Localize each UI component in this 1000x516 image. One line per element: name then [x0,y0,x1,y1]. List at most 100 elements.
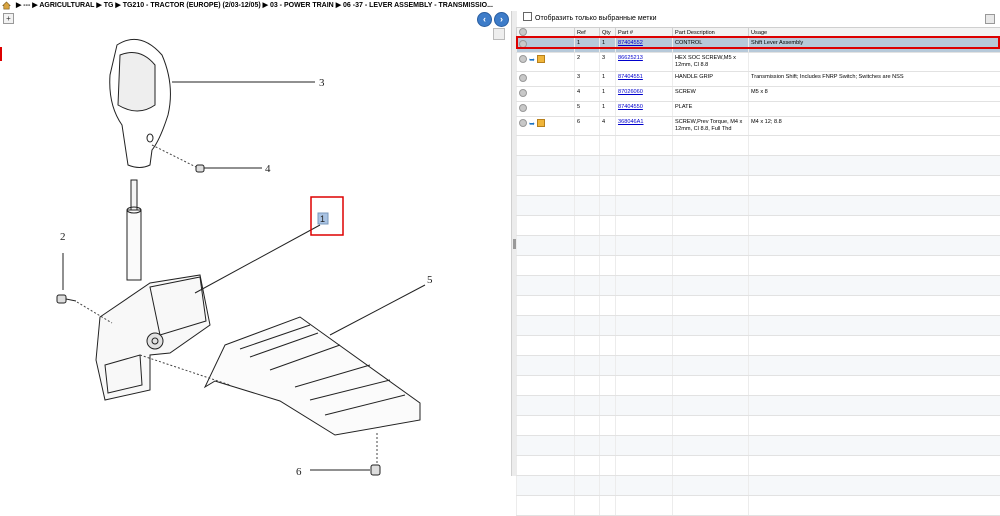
cell-qty: 3 [600,53,616,72]
table-header: Ref Qty Part # Part Description Usage [517,28,1000,38]
select-all-icon[interactable] [519,28,527,36]
part-number-link[interactable]: 87404550 [618,104,643,110]
empty-row [517,216,1000,236]
empty-row [517,196,1000,216]
column-header-usage[interactable]: Usage [749,28,1000,38]
control-shaft-part [127,180,141,280]
cell-qty: 1 [600,102,616,117]
column-header-qty[interactable]: Qty [600,28,616,38]
show-selected-only-label: Отобразить только выбранные метки [535,15,656,22]
empty-row [517,156,1000,176]
cell-description: HANDLE GRIP [673,72,749,87]
diagram-panel: + ‹ › [0,11,512,476]
package-icon[interactable] [537,55,545,63]
empty-row [517,496,1000,516]
cell-qty: 1 [600,87,616,102]
row-select-icon[interactable] [519,40,527,48]
row-select-icon[interactable] [519,89,527,97]
empty-row [517,176,1000,196]
info-arrow-icon[interactable]: ➥ [529,57,535,64]
cell-usage: M5 x 8 [749,87,1000,102]
select-all-column-header[interactable] [517,28,575,38]
empty-row [517,436,1000,456]
row-select-icon[interactable] [519,74,527,82]
cell-usage [749,53,1000,72]
table-row[interactable]: 1 1 87404552 CONTROL Shift Lever Assembl… [517,38,1000,53]
cell-ref: 3 [575,72,600,87]
package-icon[interactable] [537,119,545,127]
home-icon[interactable] [2,1,11,10]
cell-ref: 6 [575,117,600,136]
panel-options-icon[interactable] [985,14,995,24]
breadcrumb-item[interactable]: TG [104,2,114,9]
diagram-toolbar: + ‹ › [0,11,511,25]
expand-icon[interactable]: + [3,13,14,24]
cell-usage: Shift Lever Assembly [749,38,1000,53]
exploded-parts-drawing: 2 3 4 5 6 1 [0,25,510,476]
cell-ref: 1 [575,38,600,53]
cell-description: PLATE [673,102,749,117]
cell-usage: M4 x 12; 8.8 [749,117,1000,136]
parts-table: Ref Qty Part # Part Description Usage 1 … [516,27,1000,516]
empty-row [517,276,1000,296]
empty-row [517,396,1000,416]
cell-description: SCREW,Prev Torque, M4 x 12mm, Cl 8.8, Fu… [673,117,749,136]
empty-row [517,476,1000,496]
empty-row [517,256,1000,276]
row-select-icon[interactable] [519,119,527,127]
empty-row [517,316,1000,336]
cell-qty: 1 [600,38,616,53]
empty-row [517,336,1000,356]
empty-row [517,136,1000,156]
empty-row [517,356,1000,376]
cell-description: CONTROL [673,38,749,53]
cell-ref: 2 [575,53,600,72]
table-row[interactable]: 3 1 87404551 HANDLE GRIP Transmission Sh… [517,72,1000,87]
table-row[interactable]: 4 1 87026060 SCREW M5 x 8 [517,87,1000,102]
show-selected-only-checkbox[interactable] [523,12,532,21]
part-number-link[interactable]: 87026060 [618,89,643,95]
part-number-link[interactable]: 86625213 [618,55,643,61]
part-number-link[interactable]: 368046A1 [618,119,644,125]
table-row[interactable]: ➥ 6 4 368046A1 SCREW,Prev Torque, M4 x 1… [517,117,1000,136]
cell-qty: 1 [600,72,616,87]
callout-2[interactable]: 2 [60,231,66,243]
cell-ref: 5 [575,102,600,117]
callout-5[interactable]: 5 [427,274,433,286]
callout-6[interactable]: 6 [296,466,302,476]
empty-row [517,456,1000,476]
breadcrumb-item[interactable]: 03 - POWER TRAIN [270,2,334,9]
screw-2-part [57,295,76,303]
breadcrumb: ▶ --- ▶ AGRICULTURAL ▶ TG ▶ TG210 - TRAC… [0,0,1000,11]
breadcrumb-item-current: 06 -37 - LEVER ASSEMBLY - TRANSMISSIO... [343,2,493,9]
empty-row [517,236,1000,256]
screw-6-part [371,465,380,475]
cell-qty: 4 [600,117,616,136]
breadcrumb-item[interactable]: TG210 - TRACTOR (EUROPE) (2/03-12/05) [123,2,261,9]
row-select-icon[interactable] [519,104,527,112]
table-row[interactable]: 5 1 87404550 PLATE [517,102,1000,117]
cell-usage [749,102,1000,117]
svg-text:1: 1 [320,214,325,224]
breadcrumb-item[interactable]: --- [23,2,30,9]
callout-4[interactable]: 4 [265,163,271,175]
part-number-link[interactable]: 87404552 [618,40,643,46]
breadcrumb-item[interactable]: AGRICULTURAL [39,2,94,9]
callout-3[interactable]: 3 [319,77,325,89]
column-header-part[interactable]: Part # [616,28,673,38]
part-number-link[interactable]: 87404551 [618,74,643,80]
empty-row [517,416,1000,436]
screw-4-part [196,165,212,172]
column-header-ref[interactable]: Ref [575,28,600,38]
cell-description: HEX SOC SCREW,M5 x 12mm, Cl 8.8 [673,53,749,72]
filter-bar: Отобразить только выбранные метки [516,11,1000,27]
table-row[interactable]: ➥ 2 3 86625213 HEX SOC SCREW,M5 x 12mm, … [517,53,1000,72]
empty-row [517,376,1000,396]
column-header-description[interactable]: Part Description [673,28,749,38]
info-arrow-icon[interactable]: ➥ [529,121,535,128]
parts-list-panel: Отобразить только выбранные метки Ref Qt… [516,11,1000,476]
cell-ref: 4 [575,87,600,102]
row-select-icon[interactable] [519,55,527,63]
empty-row [517,296,1000,316]
cell-description: SCREW [673,87,749,102]
